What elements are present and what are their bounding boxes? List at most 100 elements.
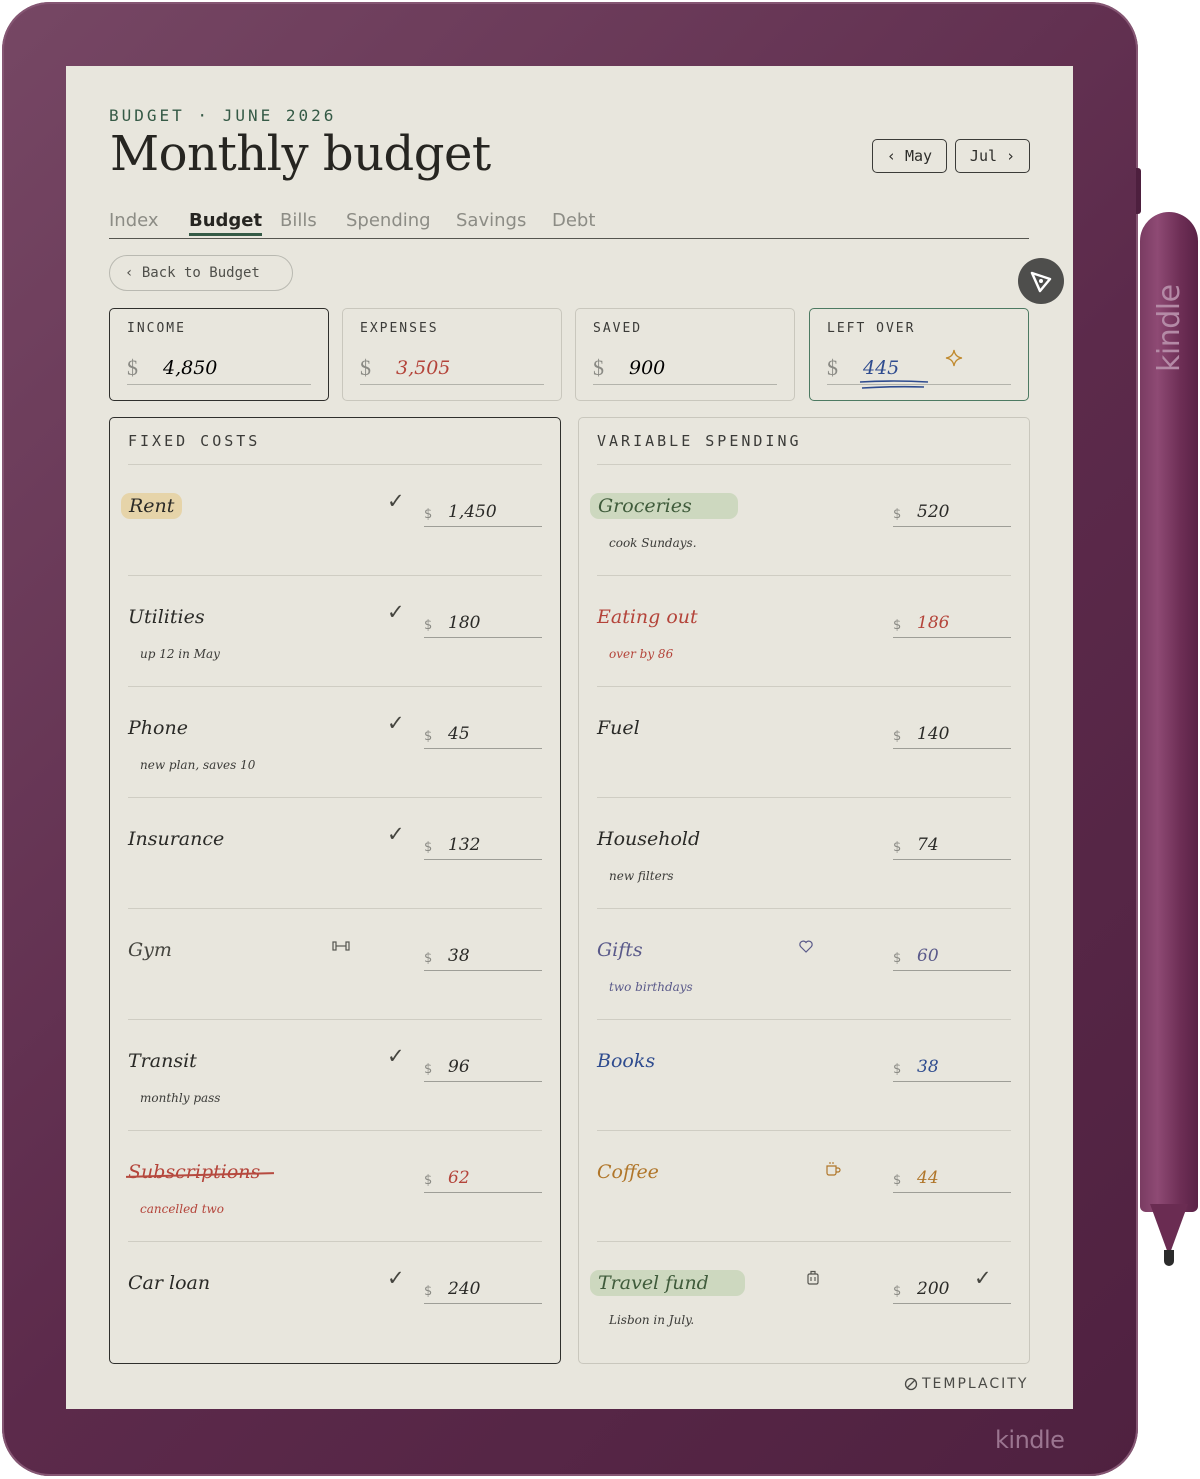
page-eyebrow: BUDGET · JUNE 2026 — [109, 106, 337, 125]
table-row[interactable]: Phone new plan, saves 10 ✓ $ 45 — [128, 687, 542, 798]
pen-nib-icon — [1030, 271, 1052, 293]
fixed-costs-panel: FIXED COSTS Rent ✓ $ 1,450 Utilities up … — [109, 417, 561, 1364]
row-name-text: Gifts — [597, 939, 643, 961]
table-row[interactable]: Utilities up 12 in May ✓ $ 180 — [128, 576, 542, 687]
amount-field[interactable]: $ 62 — [424, 1168, 542, 1193]
table-row[interactable]: Travel fund Lisbon in July. $ 200 ✓ — [590, 1242, 1011, 1353]
tab-bar: Index Budget Bills Spending Savings Debt — [109, 210, 1029, 239]
table-row[interactable]: Coffee $ 44 — [597, 1131, 1011, 1242]
prev-month-button[interactable]: ‹ May — [872, 139, 947, 173]
brand-footer: TEMPLACITY — [904, 1376, 1028, 1392]
row-note: new filters — [609, 869, 674, 883]
currency-symbol: $ — [893, 618, 902, 633]
expenses-card[interactable]: EXPENSES $ 3,505 — [342, 308, 562, 401]
amount-field[interactable]: $ 240 — [424, 1279, 542, 1304]
amount-field[interactable]: $ 60 — [893, 946, 1011, 971]
check-icon[interactable]: ✓ — [387, 1044, 405, 1068]
check-icon[interactable]: ✓ — [387, 711, 405, 735]
table-row[interactable]: Books $ 38 — [597, 1020, 1011, 1131]
amount-field[interactable]: $ 186 — [893, 613, 1011, 638]
check-icon[interactable]: ✓ — [387, 489, 405, 513]
amount-value: 200 — [917, 1279, 950, 1299]
amount-value: 38 — [917, 1057, 939, 1077]
tab-budget[interactable]: Budget — [189, 210, 263, 236]
row-note: over by 86 — [609, 647, 674, 661]
amount-field[interactable]: $ 1,450 — [424, 502, 542, 527]
check-icon[interactable]: ✓ — [387, 600, 405, 624]
table-row[interactable]: Rent ✓ $ 1,450 — [121, 465, 542, 576]
table-row[interactable]: Insurance ✓ $ 132 — [128, 798, 542, 909]
currency-symbol: $ — [827, 355, 838, 380]
currency-symbol: $ — [424, 1284, 433, 1299]
income-value: 4,850 — [163, 357, 218, 379]
table-row[interactable]: Fuel $ 140 — [597, 687, 1011, 798]
amount-field[interactable]: $ 132 — [424, 835, 542, 860]
row-note: monthly pass — [140, 1091, 221, 1105]
currency-symbol: $ — [893, 1284, 902, 1299]
saved-value: 900 — [629, 357, 666, 379]
currency-symbol: $ — [893, 729, 902, 744]
amount-field[interactable]: $ 180 — [424, 613, 542, 638]
table-row[interactable]: Gym $ 38 — [128, 909, 542, 1020]
currency-symbol: $ — [424, 1062, 433, 1077]
row-name-text: Utilities — [128, 606, 205, 628]
row-name-text: Gym — [128, 939, 172, 961]
left-over-card[interactable]: LEFT OVER $ 445 — [809, 308, 1029, 401]
table-row[interactable]: Household new filters $ 74 — [597, 798, 1011, 909]
table-row[interactable]: Eating out over by 86 $ 186 — [597, 576, 1011, 687]
amount-value: 74 — [917, 835, 939, 855]
amount-field[interactable]: $ 96 — [424, 1057, 542, 1082]
side-button — [1136, 168, 1141, 214]
next-month-button[interactable]: Jul › — [955, 139, 1030, 173]
amount-value: 60 — [917, 946, 939, 966]
tab-savings[interactable]: Savings — [456, 210, 526, 231]
pen-nib — [1164, 1250, 1174, 1266]
check-icon[interactable]: ✓ — [974, 1266, 992, 1290]
table-row[interactable]: Car loan ✓ $ 240 — [128, 1242, 542, 1353]
amount-value: 1,450 — [448, 502, 497, 522]
table-row[interactable]: Gifts two birthdays $ 60 — [597, 909, 1011, 1020]
amount-field[interactable]: $ 140 — [893, 724, 1011, 749]
amount-field[interactable]: $ 38 — [893, 1057, 1011, 1082]
input-underline — [827, 384, 1011, 385]
e-ink-screen: BUDGET · JUNE 2026 Monthly budget ‹ May … — [66, 66, 1073, 1409]
amount-field[interactable]: $ 200 — [893, 1279, 1011, 1304]
amount-field[interactable]: $ 44 — [893, 1168, 1011, 1193]
row-note: new plan, saves 10 — [140, 758, 256, 772]
table-row[interactable]: Subscriptions cancelled two $ 62 — [125, 1131, 542, 1242]
currency-symbol: $ — [424, 1173, 433, 1188]
saved-card[interactable]: SAVED $ 900 — [575, 308, 795, 401]
row-name-text: Car loan — [128, 1272, 211, 1294]
tab-index[interactable]: Index — [109, 210, 159, 231]
pen-logo: kindle — [1152, 284, 1187, 372]
back-to-budget-button[interactable]: ‹ Back to Budget — [109, 255, 293, 291]
fixed-costs-title: FIXED COSTS — [128, 432, 261, 450]
pen-tip — [1150, 1204, 1188, 1256]
check-icon[interactable]: ✓ — [387, 1266, 405, 1290]
row-note: cook Sundays. — [609, 536, 697, 550]
tab-spending[interactable]: Spending — [346, 210, 431, 231]
amount-value: 240 — [448, 1279, 481, 1299]
currency-symbol: $ — [424, 729, 433, 744]
tab-debt[interactable]: Debt — [552, 210, 595, 231]
row-name-text: Rent — [121, 493, 183, 519]
amount-value: 96 — [448, 1057, 470, 1077]
amount-field[interactable]: $ 520 — [893, 502, 1011, 527]
input-underline — [593, 384, 777, 385]
tab-bills[interactable]: Bills — [280, 210, 317, 231]
amount-value: 45 — [448, 724, 470, 744]
amount-field[interactable]: $ 74 — [893, 835, 1011, 860]
coffee-cup-icon — [826, 1162, 841, 1176]
table-row[interactable]: Transit monthly pass ✓ $ 96 — [128, 1020, 542, 1131]
amount-field[interactable]: $ 45 — [424, 724, 542, 749]
row-name-text: Household — [597, 828, 701, 850]
table-row[interactable]: Groceries cook Sundays. $ 520 — [590, 465, 1011, 576]
input-underline — [360, 384, 544, 385]
pen-tool-button[interactable] — [1018, 258, 1064, 304]
currency-symbol: $ — [893, 1062, 902, 1077]
check-icon[interactable]: ✓ — [387, 822, 405, 846]
amount-field[interactable]: $ 38 — [424, 946, 542, 971]
income-card[interactable]: INCOME $ 4,850 — [109, 308, 329, 401]
currency-symbol: $ — [127, 355, 138, 380]
amount-value: 38 — [448, 946, 470, 966]
